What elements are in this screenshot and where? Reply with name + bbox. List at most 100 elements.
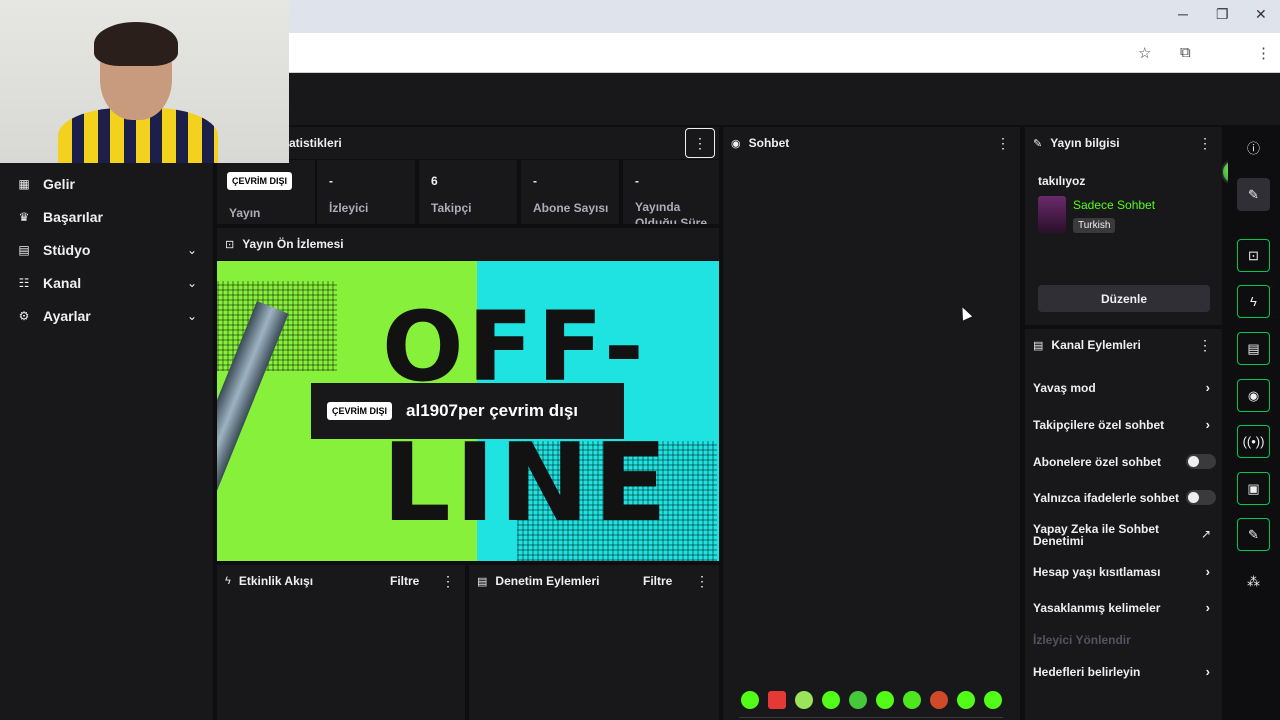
extensions-icon[interactable]: ⧉ [1180,44,1191,61]
chevron-right-icon: › [1205,600,1210,615]
emote-icon[interactable] [957,691,975,709]
moderation-panel: ▤ Denetim Eylemleri Filtre ⋮ [469,565,719,720]
row-label: Yapay Zeka ile Sohbet Denetimi [1033,522,1160,548]
pencil-icon[interactable]: ✎ [1237,178,1270,211]
chevron-down-icon: ⌄ [186,242,197,257]
chat-more-icon[interactable]: ⋮ [996,135,1010,152]
channel-actions-icon: ▤ [1033,339,1044,352]
emote-icon[interactable] [930,691,948,709]
emote-icon[interactable] [903,691,921,709]
wrench-icon[interactable]: ✎ [1237,518,1270,551]
chat-title: Sohbet [748,136,790,150]
emote-only-toggle[interactable] [1186,490,1216,505]
stat-status: ÇEVRİM DIŞI Yayın [217,160,315,224]
restore-icon[interactable]: ❐ [1216,6,1229,23]
sidebar-item-label: Kanal [43,274,82,291]
row-label: Yalnızca ifadelerle sohbet [1033,491,1180,505]
chevron-right-icon: › [1205,417,1210,432]
row-ai-moderation[interactable]: Yapay Zeka ile Sohbet Denetimi [1033,523,1183,547]
row-subscribers-only[interactable]: Abonelere özel sohbet [1033,454,1216,469]
sidebar-item-label: Stüdyo [43,241,91,258]
external-link-icon[interactable]: ↗ [1201,527,1211,541]
chevron-right-icon: › [1205,380,1210,395]
bolt-icon: ϟ [225,575,231,587]
sidebar-item-basarilar[interactable]: ♛ Başarılar [0,200,213,233]
stat-label: Takipçi [431,201,472,215]
row-slow-mode[interactable]: Yavaş mod › [1033,380,1216,395]
row-label: Hedefleri belirleyin [1033,665,1141,679]
channel-actions-title: Kanal Eylemleri [1051,338,1141,352]
bolt-icon[interactable]: ϟ [1237,285,1270,318]
emote-icon[interactable] [741,691,759,709]
stat-uptime: - Yayında Olduğu Süre [623,160,719,224]
star-icon[interactable]: ☆ [1138,44,1151,62]
row-emote-only[interactable]: Yalnızca ifadelerle sohbet [1033,490,1216,505]
edit-button[interactable]: Düzenle [1038,285,1210,312]
preview-title: Yayın Ön İzlemesi [242,237,344,251]
category-thumbnail [1038,196,1066,233]
row-goals[interactable]: Hedefleri belirleyin › [1033,664,1216,679]
sidebar-item-gelir[interactable]: ▦ Gelir [0,167,213,200]
activity-title: Etkinlik Akışı [238,574,314,588]
row-label: Yavaş mod [1033,381,1096,395]
emote-icon[interactable] [822,691,840,709]
activity-more-icon[interactable]: ⋮ [441,573,455,590]
channel-actions-more-icon[interactable]: ⋮ [1198,337,1212,354]
wrench-icon: ✎ [1033,137,1043,150]
emote-icon[interactable] [768,691,786,709]
document-icon[interactable]: ▤ [1237,332,1270,365]
stream-info-title: Yayın bilgisi [1050,136,1120,150]
stats-panel-header: atistikleri ⋮ [217,127,719,159]
emote-icon[interactable] [795,691,813,709]
chat-bubble-icon[interactable]: ◉ [1237,379,1270,412]
emote-icon[interactable] [984,691,1002,709]
sidebar-item-ayarlar[interactable]: ⚙ Ayarlar ⌄ [0,299,213,332]
broadcast-icon[interactable]: ((•)) [1237,425,1270,458]
emote-icon[interactable] [876,691,894,709]
right-rail: ⓘ ✎ ⊡ ϟ ▤ ◉ ((•)) ▣ ✎ ⁂ [1228,125,1280,720]
emote-icon[interactable] [849,691,867,709]
stream-preview[interactable]: OFF- LINE ÇEVRİM DIŞI al1907per çevrim d… [217,261,719,561]
moderation-filter-button[interactable]: Filtre [643,574,672,588]
chevron-down-icon: ⌄ [186,275,197,290]
stats-title: atistikleri [289,136,342,150]
offline-overlay: ÇEVRİM DIŞI al1907per çevrim dışı [311,383,624,439]
category-link[interactable]: Sadece Sohbet [1073,198,1155,212]
subscribers-only-toggle[interactable] [1186,454,1216,469]
stat-value: - [329,174,333,188]
row-banned-words[interactable]: Yasaklanmış kelimeler › [1033,600,1216,615]
sidebar-item-kanal[interactable]: ☷ Kanal ⌄ [0,266,213,299]
stat-value: - [635,174,639,188]
chat-input-border[interactable] [739,717,1003,718]
close-icon[interactable]: ✕ [1255,6,1267,23]
status-badge: ÇEVRİM DIŞI [227,172,293,190]
stream-info-more-icon[interactable]: ⋮ [1198,135,1212,152]
row-account-age[interactable]: Hesap yaşı kısıtlaması › [1033,564,1216,579]
preview-panel-header: ⊡ Yayın Ön İzlemesi [217,228,719,260]
moderation-more-icon[interactable]: ⋮ [695,573,709,590]
stat-label: Abone Sayısı [533,201,609,215]
stat-value: - [533,174,537,188]
stats-more-button[interactable]: ⋮ [685,128,715,158]
chevron-right-icon: › [1205,664,1210,679]
row-raid: İzleyici Yönlendir [1033,633,1216,647]
info-icon[interactable]: ⓘ [1237,131,1270,164]
activity-filter-button[interactable]: Filtre [390,574,419,588]
stat-value: 6 [431,174,438,188]
sidebar-item-studyo[interactable]: ▤ Stüdyo ⌄ [0,233,213,266]
minimize-icon[interactable]: ─ [1178,6,1188,22]
row-label: Yasaklanmış kelimeler [1033,601,1161,615]
channel-icon: ☷ [18,275,30,290]
preview-icon: ⊡ [225,238,235,251]
overlay-text: al1907per çevrim dışı [406,401,579,420]
preview-toggle-icon[interactable]: ⊡ [1237,239,1270,272]
webcam-hair [94,22,178,66]
row-followers-only[interactable]: Takipçilere özel sohbet › [1033,417,1216,432]
preview-art-bottom: LINE [382,421,672,546]
browser-menu-icon[interactable]: ⋮ [1256,44,1271,62]
sidebar-item-label: Gelir [43,175,75,192]
sidebar-item-label: Ayarlar [43,307,91,324]
layout-icon[interactable]: ▣ [1237,472,1270,505]
add-widget-icon[interactable]: ⁂ [1237,565,1270,598]
chevron-down-icon: ⌄ [186,308,197,323]
